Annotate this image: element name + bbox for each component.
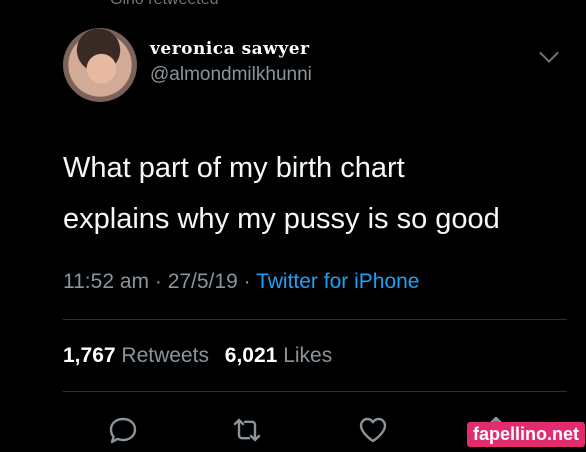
chevron-down-icon[interactable] — [539, 43, 559, 63]
reply-icon[interactable] — [106, 413, 140, 452]
like-icon[interactable] — [356, 413, 390, 452]
divider — [63, 391, 567, 392]
tweet-date: 27/5/19 — [167, 270, 238, 293]
retweet-icon[interactable] — [229, 413, 265, 452]
tweet-meta: 11:52 am · 27/5/19 · Twitter for iPhone — [63, 270, 419, 294]
display-name[interactable]: veronica sawyer — [150, 39, 309, 59]
tweet-text-line-2: explains why my pussy is so good — [63, 203, 500, 235]
tweet-source-link[interactable]: Twitter for iPhone — [256, 270, 419, 293]
tweet-time: 11:52 am — [63, 270, 149, 293]
retweeted-banner: Gino retweeted — [110, 0, 219, 9]
user-handle[interactable]: @almondmilkhunni — [150, 64, 312, 86]
retweets-count: 1,767 — [63, 344, 116, 367]
meta-separator: · — [154, 270, 162, 293]
likes-label: Likes — [283, 344, 333, 367]
tweet-text: What part of my birth chart explains why… — [63, 143, 553, 245]
retweets-stat[interactable]: 1,767 Retweets — [63, 344, 215, 367]
likes-stat[interactable]: 6,021 Likes — [225, 344, 332, 367]
avatar[interactable] — [63, 28, 137, 102]
retweets-label: Retweets — [121, 344, 209, 367]
divider — [63, 319, 567, 320]
tweet-text-line-1: What part of my birth chart — [63, 152, 405, 184]
watermark: fapellino.net — [466, 422, 585, 447]
meta-separator: · — [243, 270, 251, 293]
likes-count: 6,021 — [224, 344, 278, 367]
tweet-stats: 1,767 Retweets 6,021 Likes — [63, 344, 332, 368]
